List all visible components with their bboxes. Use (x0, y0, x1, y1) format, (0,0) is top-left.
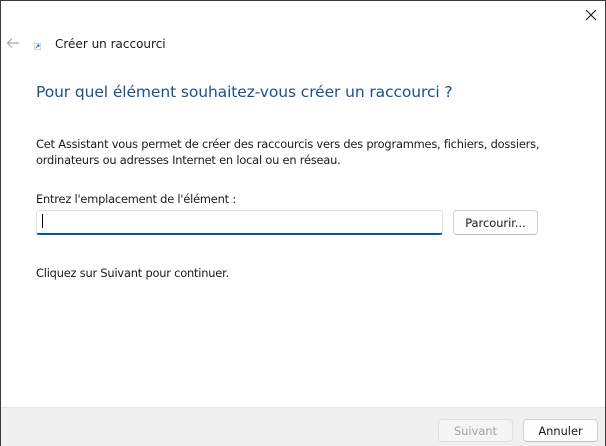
page-heading: Pour quel élément souhaitez-vous créer u… (36, 83, 453, 101)
browse-button[interactable]: Parcourir... (453, 210, 538, 235)
window-title: Créer un raccourci (55, 37, 166, 51)
close-button[interactable] (577, 1, 605, 29)
location-input[interactable] (36, 210, 443, 235)
footer-bar (1, 407, 605, 446)
arrow-left-icon (6, 38, 19, 48)
text-caret (42, 214, 43, 228)
next-button[interactable]: Suivant (438, 419, 513, 442)
back-button[interactable] (3, 33, 23, 53)
create-shortcut-dialog: Créer un raccourci Pour quel élément sou… (0, 0, 606, 446)
shortcut-icon (34, 43, 41, 50)
location-label: Entrez l'emplacement de l'élément : (36, 192, 236, 206)
close-icon (585, 9, 597, 21)
continue-instruction: Cliquez sur Suivant pour continuer. (36, 266, 229, 280)
wizard-description: Cet Assistant vous permet de créer des r… (36, 137, 540, 167)
cancel-button[interactable]: Annuler (523, 419, 598, 442)
